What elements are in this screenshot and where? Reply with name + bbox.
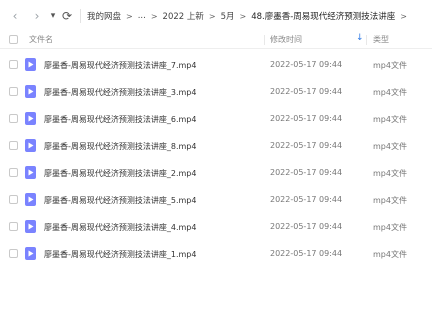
video-file-icon (25, 247, 36, 260)
file-name[interactable]: 廖墨香-周易现代经济预测技法讲座_3.mp4 (44, 87, 196, 98)
column-header-date[interactable]: 修改时间 (270, 34, 302, 45)
file-modified-date: 2022-05-17 09:44 (270, 60, 343, 69)
file-row[interactable]: 廖墨香-周易现代经济预测技法讲座_5.mp4 2022-05-17 09:44 mp… (0, 186, 432, 213)
file-type: mp4文件 (373, 88, 407, 97)
video-file-icon (25, 193, 36, 206)
file-modified-date: 2022-05-17 09:44 (270, 87, 343, 96)
nav-divider (80, 9, 81, 23)
file-modified-date: 2022-05-17 09:44 (270, 168, 343, 177)
file-modified-date: 2022-05-17 09:44 (270, 222, 343, 231)
breadcrumb: 我的网盘 > ... > 2022 上新 > 5月 > 48.廖墨香-周易现代经… (87, 0, 412, 32)
column-header-type[interactable]: 类型 (373, 34, 389, 45)
file-list-header: 文件名 修改时间 ↓ 类型 (0, 32, 432, 49)
video-file-icon (25, 139, 36, 152)
file-modified-date: 2022-05-17 09:44 (270, 141, 343, 150)
row-checkbox[interactable] (9, 87, 18, 96)
file-name[interactable]: 廖墨香-周易现代经济预测技法讲座_8.mp4 (44, 141, 196, 152)
file-name[interactable]: 廖墨香-周易现代经济预测技法讲座_4.mp4 (44, 222, 196, 233)
row-checkbox[interactable] (9, 222, 18, 231)
file-modified-date: 2022-05-17 09:44 (270, 114, 343, 123)
sort-arrow-down-icon[interactable]: ↓ (356, 33, 364, 43)
file-type: mp4文件 (373, 61, 407, 70)
file-name[interactable]: 廖墨香-周易现代经济预测技法讲座_1.mp4 (44, 249, 196, 260)
back-icon[interactable]: ‹ (8, 8, 22, 24)
forward-icon[interactable]: › (30, 8, 44, 24)
file-type: mp4文件 (373, 196, 407, 205)
file-name[interactable]: 廖墨香-周易现代经济预测技法讲座_6.mp4 (44, 114, 196, 125)
file-name[interactable]: 廖墨香-周易现代经济预测技法讲座_7.mp4 (44, 60, 196, 71)
row-checkbox[interactable] (9, 195, 18, 204)
video-file-icon (25, 166, 36, 179)
file-modified-date: 2022-05-17 09:44 (270, 195, 343, 204)
column-divider[interactable] (264, 35, 265, 45)
breadcrumb-folder-2022[interactable]: 2022 上新 (163, 10, 204, 22)
breadcrumb-current-folder[interactable]: 48.廖墨香-周易现代经济预测技法讲座 (251, 10, 395, 22)
video-file-icon (25, 85, 36, 98)
select-all-checkbox[interactable] (9, 35, 18, 44)
file-row[interactable]: 廖墨香-周易现代经济预测技法讲座_6.mp4 2022-05-17 09:44 mp… (0, 105, 432, 132)
navigation-bar: ‹ › ▾ ⟳ 我的网盘 > ... > 2022 上新 > 5月 > 48.廖… (0, 0, 432, 32)
breadcrumb-separator: > (126, 11, 133, 21)
video-file-icon (25, 112, 36, 125)
column-divider[interactable] (366, 35, 367, 45)
file-row[interactable]: 廖墨香-周易现代经济预测技法讲座_7.mp4 2022-05-17 09:44 mp… (0, 51, 432, 78)
video-file-icon (25, 220, 36, 233)
file-modified-date: 2022-05-17 09:44 (270, 249, 343, 258)
column-header-name[interactable]: 文件名 (29, 34, 53, 45)
breadcrumb-separator: > (150, 11, 158, 21)
file-row[interactable]: 廖墨香-周易现代经济预测技法讲座_2.mp4 2022-05-17 09:44 mp… (0, 159, 432, 186)
refresh-icon[interactable]: ⟳ (60, 8, 74, 24)
breadcrumb-folder-may[interactable]: 5月 (221, 10, 235, 22)
file-type: mp4文件 (373, 142, 407, 151)
breadcrumb-more[interactable]: > (400, 12, 407, 21)
row-checkbox[interactable] (9, 60, 18, 69)
row-checkbox[interactable] (9, 114, 18, 123)
breadcrumb-root[interactable]: 我的网盘 (87, 10, 121, 22)
breadcrumb-separator: > (239, 11, 247, 21)
breadcrumb-separator: > (208, 11, 216, 21)
file-type: mp4文件 (373, 250, 407, 259)
file-name[interactable]: 廖墨香-周易现代经济预测技法讲座_5.mp4 (44, 195, 196, 206)
file-type: mp4文件 (373, 169, 407, 178)
breadcrumb-ellipsis[interactable]: ... (138, 11, 146, 21)
file-row[interactable]: 廖墨香-周易现代经济预测技法讲座_3.mp4 2022-05-17 09:44 mp… (0, 78, 432, 105)
video-file-icon (25, 58, 36, 71)
row-checkbox[interactable] (9, 168, 18, 177)
file-row[interactable]: 廖墨香-周易现代经济预测技法讲座_4.mp4 2022-05-17 09:44 mp… (0, 213, 432, 240)
row-checkbox[interactable] (9, 249, 18, 258)
file-row[interactable]: 廖墨香-周易现代经济预测技法讲座_8.mp4 2022-05-17 09:44 mp… (0, 132, 432, 159)
file-name[interactable]: 廖墨香-周易现代经济预测技法讲座_2.mp4 (44, 168, 196, 179)
row-checkbox[interactable] (9, 141, 18, 150)
file-type: mp4文件 (373, 223, 407, 232)
caret-down-icon[interactable]: ▾ (46, 8, 60, 24)
file-row[interactable]: 廖墨香-周易现代经济预测技法讲座_1.mp4 2022-05-17 09:44 mp… (0, 240, 432, 267)
file-type: mp4文件 (373, 115, 407, 124)
